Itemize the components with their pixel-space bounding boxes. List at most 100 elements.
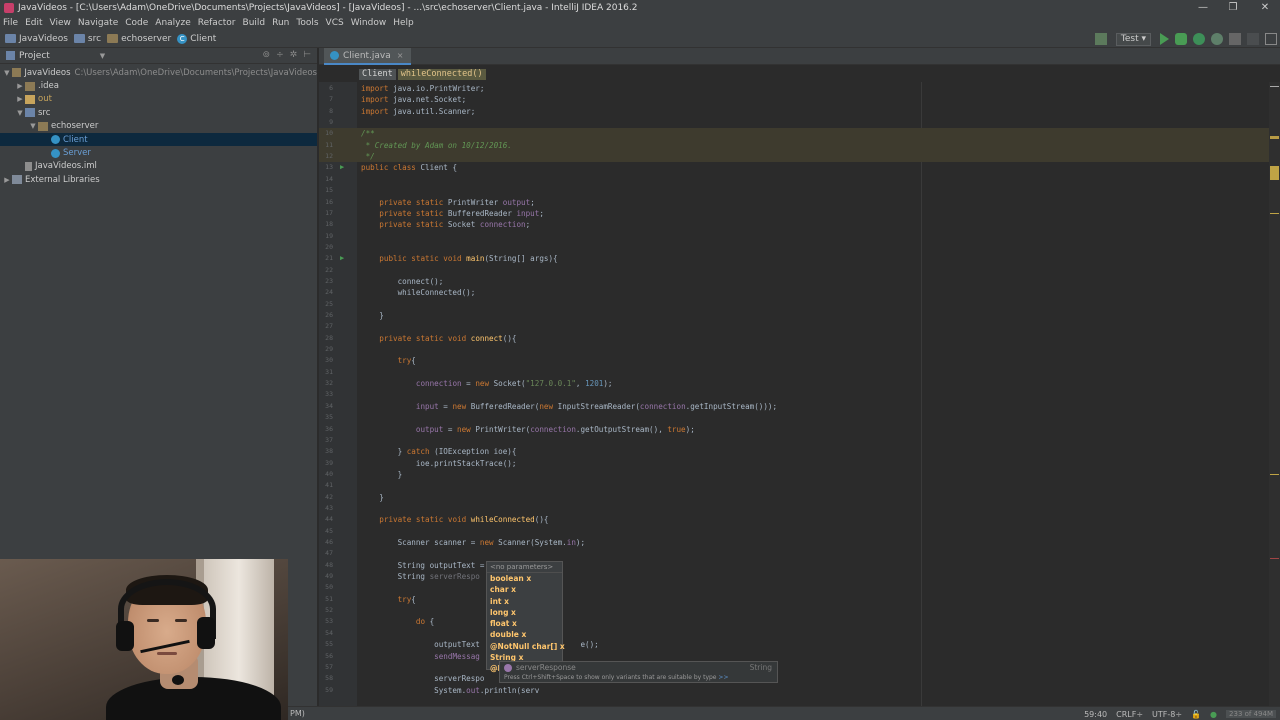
tree-item[interactable]: Server — [0, 146, 317, 159]
crumb-client[interactable]: C Client — [177, 33, 216, 44]
build-icon[interactable] — [1094, 33, 1107, 45]
menu-window[interactable]: Window — [351, 18, 387, 28]
scroll-from-source-icon[interactable]: ÷ — [276, 50, 284, 60]
tree-item[interactable]: Client — [0, 132, 317, 147]
scroll-thumb[interactable] — [1270, 166, 1279, 180]
menu-navigate[interactable]: Navigate — [78, 18, 118, 28]
code-line[interactable]: 37 — [319, 435, 1269, 446]
code-line[interactable]: 15 — [319, 185, 1269, 196]
project-structure-icon[interactable] — [1247, 33, 1259, 45]
completion-item[interactable]: @NotNull char[] x — [487, 641, 565, 652]
menu-run[interactable]: Run — [272, 18, 289, 28]
file-encoding[interactable]: UTF-8÷ — [1152, 710, 1182, 719]
hector-icon[interactable]: ● — [1210, 710, 1217, 719]
menu-refactor[interactable]: Refactor — [198, 18, 236, 28]
suggestion-row[interactable]: serverResponse String — [500, 662, 777, 673]
run-gutter-icon[interactable]: ▶ — [340, 253, 344, 264]
code-line[interactable]: 12 */ — [319, 151, 1269, 163]
tree-item[interactable]: ▼ echoserver — [0, 120, 317, 133]
code-editor[interactable]: 6 import java.io.PrintWriter; 7 import java… — [319, 82, 1269, 706]
sdk-icon[interactable] — [1265, 33, 1277, 45]
code-line[interactable]: 17 private static BufferedReader input; — [319, 208, 1269, 219]
code-line[interactable]: 6 import java.io.PrintWriter; — [319, 83, 1269, 94]
tree-toggle-icon[interactable]: ▶ — [15, 82, 25, 90]
error-stripe-scrollbar[interactable] — [1269, 82, 1280, 706]
code-line[interactable]: 9 — [319, 117, 1269, 128]
crumb-project[interactable]: JavaVideos — [5, 34, 68, 44]
code-line[interactable]: 11 * Created by Adam on 10/12/2016. — [319, 139, 1269, 152]
code-line[interactable]: 57 — [319, 662, 1269, 673]
code-line[interactable]: 38 } catch (IOException ioe){ — [319, 446, 1269, 457]
code-line[interactable]: 21 ▶ public static void main(String[] arg… — [319, 253, 1269, 264]
tree-item[interactable]: ▼ src — [0, 106, 317, 119]
close-window-button[interactable]: ✕ — [1250, 0, 1280, 16]
line-separator[interactable]: CRLF÷ — [1116, 710, 1143, 719]
project-panel-header[interactable]: Project ▼ ⊚ ÷ ✲ ⊢ — [0, 48, 317, 64]
caret-position[interactable]: 59:40 — [1084, 710, 1107, 719]
tree-item[interactable]: ▶ .idea — [0, 79, 317, 92]
lock-icon[interactable]: 🔓 — [1191, 710, 1201, 719]
menu-analyze[interactable]: Analyze — [155, 18, 190, 28]
code-line[interactable]: 45 — [319, 526, 1269, 537]
completion-item[interactable]: double x — [487, 629, 562, 640]
code-line[interactable]: 20 — [319, 242, 1269, 253]
code-line[interactable]: 35 — [319, 412, 1269, 423]
code-line[interactable]: 53 do { — [319, 616, 1269, 627]
tree-toggle-icon[interactable]: ▼ — [15, 109, 25, 117]
code-line[interactable]: 33 — [319, 389, 1269, 400]
tree-item[interactable]: ▼ JavaVideos C:\Users\Adam\OneDrive\Docume… — [0, 66, 317, 79]
crumb-src[interactable]: src — [73, 34, 101, 44]
completion-item[interactable]: float x — [487, 618, 562, 629]
code-line[interactable]: 23 connect(); — [319, 276, 1269, 287]
crumb-echoserver[interactable]: echoserver — [107, 34, 171, 44]
sync-icon[interactable]: ⊚ — [263, 50, 271, 60]
completion-item[interactable]: long x — [487, 607, 562, 618]
code-line[interactable]: 56 sendMessag — [319, 651, 1269, 662]
menu-file[interactable]: File — [3, 18, 18, 28]
completion-item[interactable]: int x — [487, 596, 562, 607]
code-line[interactable]: 22 — [319, 265, 1269, 276]
tree-item[interactable]: ▶ out — [0, 93, 317, 106]
maximize-button[interactable]: ❐ — [1218, 0, 1248, 16]
code-line[interactable]: 18 private static Socket connection; — [319, 219, 1269, 230]
tree-item[interactable]: JavaVideos.iml — [0, 160, 317, 173]
code-line[interactable]: 27 — [319, 321, 1269, 332]
code-line[interactable]: 8 import java.util.Scanner; — [319, 106, 1269, 117]
completion-item[interactable]: char x — [487, 584, 562, 595]
hide-panel-icon[interactable]: ⊢ — [303, 50, 311, 60]
memory-indicator[interactable]: 233 of 494M — [1226, 710, 1276, 718]
tree-toggle-icon[interactable]: ▼ — [2, 69, 12, 77]
code-line[interactable]: 25 — [319, 299, 1269, 310]
menu-help[interactable]: Help — [393, 18, 414, 28]
code-line[interactable]: 49 String serverRespo — [319, 571, 1269, 582]
minimize-button[interactable]: — — [1188, 0, 1218, 16]
code-line[interactable]: 7 import java.net.Socket; — [319, 94, 1269, 105]
code-line[interactable]: 29 — [319, 344, 1269, 355]
breadcrumb-class[interactable]: Client — [359, 68, 396, 80]
code-line[interactable]: 19 — [319, 231, 1269, 242]
code-line[interactable]: 43 — [319, 503, 1269, 514]
code-line[interactable]: 31 — [319, 367, 1269, 378]
tab-client-java[interactable]: Client.java × — [324, 48, 412, 65]
code-line[interactable]: 16 private static PrintWriter output; — [319, 197, 1269, 208]
settings-gear-icon[interactable]: ✲ — [290, 50, 298, 60]
code-line[interactable]: 40 } — [319, 469, 1269, 480]
code-line[interactable]: 50 — [319, 582, 1269, 593]
code-line[interactable]: 39 ioe.printStackTrace(); — [319, 458, 1269, 469]
menu-view[interactable]: View — [50, 18, 71, 28]
completion-item[interactable]: boolean x — [487, 573, 562, 584]
code-line[interactable]: 44 private static void whileConnected(){ — [319, 514, 1269, 525]
code-line[interactable]: 47 — [319, 548, 1269, 559]
menu-vcs[interactable]: VCS — [326, 18, 344, 28]
code-line[interactable]: 30 try{ — [319, 355, 1269, 366]
code-line[interactable]: 13 ▶ public class Client { — [319, 162, 1269, 173]
run-gutter-icon[interactable]: ▶ — [340, 162, 344, 173]
breadcrumb-method[interactable]: whileConnected() — [397, 68, 486, 80]
close-tab-icon[interactable]: × — [397, 51, 404, 60]
run-configuration-select[interactable]: Test ▾ — [1115, 32, 1151, 46]
code-line[interactable]: 58 serverRespo — [319, 673, 1269, 684]
code-line[interactable]: 59 System.out.println(serv — [319, 685, 1269, 696]
menu-code[interactable]: Code — [125, 18, 148, 28]
run-icon[interactable] — [1160, 33, 1169, 45]
chevron-down-icon[interactable]: ▼ — [100, 52, 105, 60]
